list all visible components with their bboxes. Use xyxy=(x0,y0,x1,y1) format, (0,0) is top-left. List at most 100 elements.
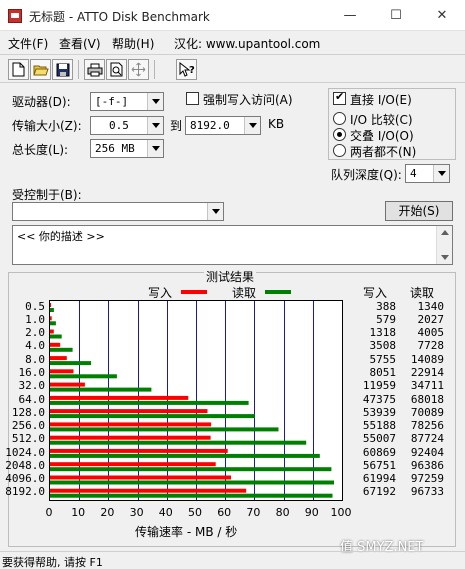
transfer-size-label: 64.0 xyxy=(18,392,46,406)
write-bar xyxy=(50,382,85,387)
transfer-from-select[interactable]: 0.5 xyxy=(90,116,164,135)
transfer-size-label: 32.0 xyxy=(18,379,46,393)
force-write-label: 强制写入访问(A) xyxy=(203,93,293,107)
print-preview-button[interactable] xyxy=(106,59,127,80)
description-textarea[interactable]: << 你的描述 >> xyxy=(12,225,453,265)
write-value: 61994 xyxy=(362,472,396,486)
transfer-size-label: 4.0 xyxy=(25,339,45,353)
read-bar xyxy=(50,480,334,485)
dropdown-arrow-icon xyxy=(244,117,260,134)
read-value: 34711 xyxy=(410,379,444,393)
total-length-label: 总长度(L): xyxy=(12,143,69,157)
x-tick-label: 20 xyxy=(100,506,115,519)
x-tick-label: 50 xyxy=(188,506,202,519)
write-bar xyxy=(50,488,247,493)
read-bar xyxy=(50,347,73,352)
new-file-button[interactable] xyxy=(8,59,29,80)
x-tick-label: 70 xyxy=(246,506,261,519)
read-value: 78256 xyxy=(410,419,444,433)
save-icon xyxy=(56,63,69,76)
drive-select[interactable]: [-f-] xyxy=(90,92,164,111)
read-value: 7728 xyxy=(417,339,445,353)
status-text: 要获得帮助, 请按 F1 xyxy=(2,556,103,569)
description-scrollbar[interactable] xyxy=(436,226,452,264)
dropdown-arrow-icon xyxy=(433,165,449,182)
neither-radio[interactable] xyxy=(333,144,346,157)
menu-file[interactable]: 文件(F) xyxy=(8,35,48,52)
write-value: 3508 xyxy=(369,339,397,353)
scroll-up-icon[interactable] xyxy=(441,230,449,235)
print-preview-icon xyxy=(110,62,122,77)
transfer-size-label: 8.0 xyxy=(25,352,45,366)
write-bar xyxy=(50,435,211,440)
menu-help[interactable]: 帮助(H) xyxy=(112,35,154,52)
write-value: 579 xyxy=(376,312,396,326)
results-title: 测试结果 xyxy=(204,268,257,285)
read-value: 2027 xyxy=(417,312,445,326)
drive-label: 驱动器(D): xyxy=(12,95,71,109)
transfer-to-value: 8192.0 xyxy=(190,119,230,132)
toolbar: ? xyxy=(0,54,465,83)
read-value: 97259 xyxy=(410,472,444,486)
write-bar xyxy=(50,316,52,321)
write-bar xyxy=(50,409,208,414)
x-tick-label: 30 xyxy=(129,506,144,519)
overlapped-io-label: 交叠 I/O(O) xyxy=(350,129,414,143)
save-button[interactable] xyxy=(52,59,73,80)
read-bar xyxy=(50,361,92,366)
maximize-button[interactable]: ☐ xyxy=(373,0,419,31)
write-value: 55188 xyxy=(362,419,396,433)
read-value: 87724 xyxy=(410,432,444,446)
scroll-down-icon[interactable] xyxy=(441,255,449,260)
io-compare-radio[interactable] xyxy=(333,112,346,125)
read-legend-swatch xyxy=(265,290,291,294)
overlapped-io-radio[interactable] xyxy=(333,128,346,141)
queue-depth-label: 队列深度(Q): xyxy=(331,168,402,182)
write-value: 388 xyxy=(376,299,396,313)
x-tick-label: 40 xyxy=(158,506,173,519)
read-bar xyxy=(50,453,320,458)
write-value: 56751 xyxy=(362,458,396,472)
window-title: 无标题 - ATTO Disk Benchmark xyxy=(29,10,210,24)
x-tick-label: 100 xyxy=(330,506,352,519)
dropdown-arrow-icon xyxy=(147,93,163,110)
print-button[interactable] xyxy=(84,59,105,80)
total-length-select[interactable]: 256 MB xyxy=(90,139,164,158)
x-axis-label: 传输速率 - MB / 秒 xyxy=(135,525,238,539)
read-value: 22914 xyxy=(410,365,444,379)
print-icon xyxy=(87,63,102,76)
read-value: 70089 xyxy=(410,405,444,419)
force-write-checkbox[interactable] xyxy=(186,92,199,105)
start-button[interactable]: 开始(S) xyxy=(385,201,453,221)
read-bar xyxy=(50,427,279,432)
chart-svg xyxy=(50,301,334,500)
x-tick-label: 90 xyxy=(304,506,319,519)
transfer-size-label: 256.0 xyxy=(11,419,45,433)
direct-io-checkbox[interactable] xyxy=(333,90,346,105)
controlled-by-select[interactable] xyxy=(12,202,224,221)
write-value: 60869 xyxy=(362,445,396,459)
queue-depth-select[interactable]: 4 xyxy=(405,164,450,183)
write-bar xyxy=(50,395,189,400)
write-column-header: 写入 xyxy=(363,286,388,300)
transfer-to-select[interactable]: 8192.0 xyxy=(185,116,261,135)
write-value: 53939 xyxy=(362,405,396,419)
write-legend-swatch xyxy=(181,290,207,294)
read-value: 14089 xyxy=(410,352,444,366)
write-bar xyxy=(50,422,212,427)
transfer-size-label: 512.0 xyxy=(11,432,45,446)
write-value: 67192 xyxy=(362,485,396,499)
menu-site-link[interactable]: 汉化: www.upantool.com xyxy=(174,35,320,52)
close-button[interactable]: ✕ xyxy=(419,0,465,31)
context-help-button[interactable]: ? xyxy=(176,59,197,80)
minimize-button[interactable]: — xyxy=(327,0,373,31)
read-value: 4005 xyxy=(417,326,445,340)
svg-text:?: ? xyxy=(189,65,195,76)
read-bar xyxy=(50,414,255,419)
open-button[interactable] xyxy=(30,59,51,80)
read-value: 96386 xyxy=(410,458,444,472)
transfer-to-label: 到 xyxy=(170,119,183,133)
menu-view[interactable]: 查看(V) xyxy=(59,35,101,52)
x-tick-label: 60 xyxy=(217,506,232,519)
move-button[interactable] xyxy=(128,59,149,80)
